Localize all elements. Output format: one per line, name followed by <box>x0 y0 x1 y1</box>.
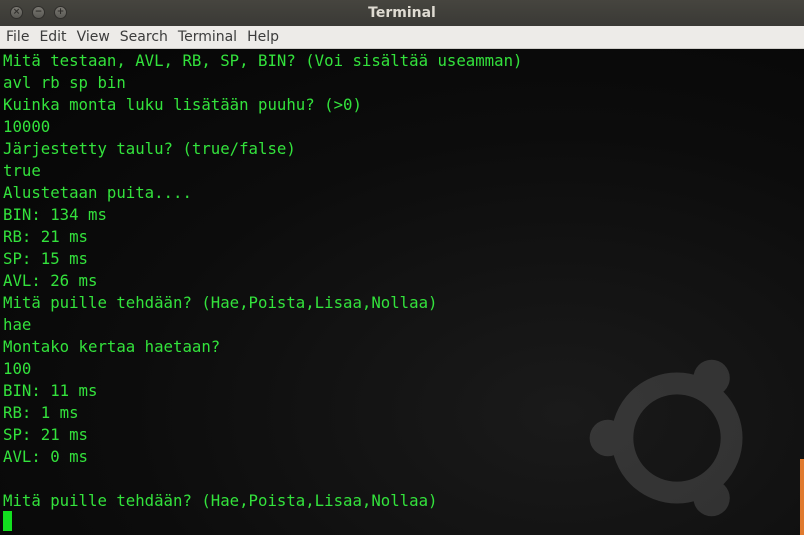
terminal-lines: Mitä testaan, AVL, RB, SP, BIN? (Voi sis… <box>3 50 522 512</box>
terminal-line: 10000 <box>3 117 51 136</box>
terminal-line: Järjestetty taulu? (true/false) <box>3 139 296 158</box>
terminal-line: true <box>3 161 41 180</box>
terminal-line: BIN: 11 ms <box>3 381 98 400</box>
terminal-line: Mitä testaan, AVL, RB, SP, BIN? (Voi sis… <box>3 51 523 70</box>
terminal-window: × − + Terminal File Edit View Search Termina… <box>0 0 804 535</box>
terminal-line: 100 <box>3 359 32 378</box>
terminal-line: Alustetaan puita.... <box>3 183 192 202</box>
terminal-line: RB: 21 ms <box>3 227 89 246</box>
menu-search[interactable]: Search <box>115 26 173 48</box>
window-title: Terminal <box>368 5 436 21</box>
terminal-line: SP: 15 ms <box>3 249 89 268</box>
terminal-line: Kuinka monta luku lisätään puuhu? (>0) <box>3 95 362 114</box>
menu-bar: File Edit View Search Terminal Help <box>0 26 804 49</box>
menu-file[interactable]: File <box>0 26 34 48</box>
terminal-line: Mitä puille tehdään? (Hae,Poista,Lisaa,N… <box>3 491 438 510</box>
terminal-line: SP: 21 ms <box>3 425 89 444</box>
scrollbar-thumb[interactable] <box>800 459 804 535</box>
terminal-line: avl rb sp bin <box>3 73 126 92</box>
terminal-output[interactable]: Mitä testaan, AVL, RB, SP, BIN? (Voi sis… <box>0 49 804 535</box>
terminal-line: Montako kertaa haetaan? <box>3 337 221 356</box>
terminal-line: AVL: 0 ms <box>3 447 89 466</box>
terminal-line: Mitä puille tehdään? (Hae,Poista,Lisaa,N… <box>3 293 438 312</box>
menu-view[interactable]: View <box>72 26 115 48</box>
terminal-line: RB: 1 ms <box>3 403 79 422</box>
menu-edit[interactable]: Edit <box>34 26 71 48</box>
terminal-line: hae <box>3 315 32 334</box>
menu-help[interactable]: Help <box>242 26 284 48</box>
ubuntu-logo-icon <box>589 359 743 517</box>
terminal-line: BIN: 134 ms <box>3 205 107 224</box>
title-bar[interactable]: × − + Terminal <box>0 0 804 27</box>
terminal-line: AVL: 26 ms <box>3 271 98 290</box>
menu-terminal[interactable]: Terminal <box>173 26 242 48</box>
text-cursor <box>3 511 12 531</box>
